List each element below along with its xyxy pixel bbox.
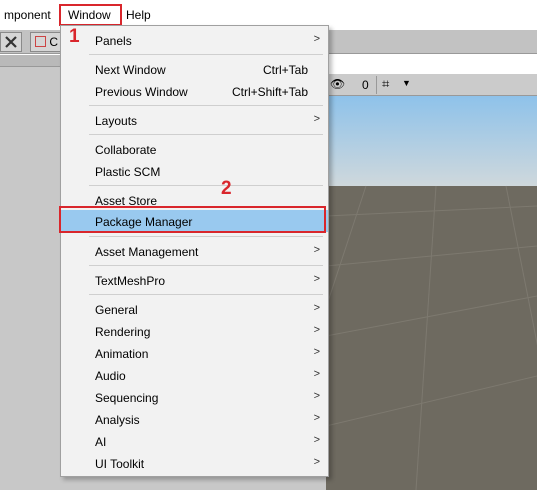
menu-item-panels[interactable]: Panels >	[61, 29, 328, 51]
shortcut-label: Ctrl+Shift+Tab	[231, 85, 308, 99]
window-menu: Panels > Next Window Ctrl+Tab Previous W…	[60, 25, 329, 477]
menu-item-audio[interactable]: Audio >	[61, 364, 328, 386]
visibility-count: 0	[362, 78, 369, 92]
editor-left-panel	[0, 55, 60, 490]
chevron-right-icon: >	[313, 302, 320, 314]
menu-item-label: Asset Management	[95, 245, 199, 259]
chevron-right-icon: >	[313, 434, 320, 446]
menu-item-label: Animation	[95, 347, 149, 361]
chevron-right-icon: >	[313, 324, 320, 336]
grid-icon[interactable]: ⌗	[382, 76, 389, 92]
divider	[376, 76, 377, 94]
menu-item-label: AI	[95, 435, 107, 449]
menu-item-ai[interactable]: AI >	[61, 430, 328, 452]
shortcut-label: Ctrl+Tab	[262, 63, 308, 77]
chevron-right-icon: >	[313, 346, 320, 358]
scene-view[interactable]	[326, 96, 537, 490]
menu-item-label: Panels	[95, 34, 132, 48]
scene-grid	[326, 96, 537, 490]
menu-item-label: Analysis	[95, 413, 140, 427]
menu-item-collaborate[interactable]: Collaborate	[61, 138, 328, 160]
menu-component[interactable]: mponent	[4, 8, 51, 22]
annotation-package-manager-box	[59, 206, 326, 233]
chevron-right-icon: >	[313, 412, 320, 424]
menu-separator	[89, 54, 323, 55]
tools-icon[interactable]	[0, 32, 22, 52]
menu-item-next-window[interactable]: Next Window Ctrl+Tab	[61, 58, 328, 80]
menu-item-layouts[interactable]: Layouts >	[61, 109, 328, 131]
menu-separator	[89, 265, 323, 266]
menu-item-label: Sequencing	[95, 391, 159, 405]
collab-button[interactable]: C	[30, 32, 64, 52]
menu-item-label: General	[95, 303, 138, 317]
menu-item-label: Previous Window	[95, 85, 188, 99]
chevron-right-icon: >	[313, 113, 320, 125]
menu-item-plastic-scm[interactable]: Plastic SCM	[61, 160, 328, 182]
menu-separator	[89, 105, 323, 106]
menu-separator	[89, 134, 323, 135]
menu-item-textmeshpro[interactable]: TextMeshPro >	[61, 269, 328, 291]
menu-item-analysis[interactable]: Analysis >	[61, 408, 328, 430]
menu-item-rendering[interactable]: Rendering >	[61, 320, 328, 342]
chevron-right-icon: >	[313, 244, 320, 256]
menu-item-asset-management[interactable]: Asset Management >	[61, 240, 328, 262]
annotation-step-1: 1	[69, 26, 80, 47]
menu-item-general[interactable]: General >	[61, 298, 328, 320]
menu-item-label: TextMeshPro	[95, 274, 166, 288]
grid-dropdown-icon[interactable]: ▼	[402, 78, 411, 88]
annotation-window-box	[59, 4, 122, 26]
chevron-right-icon: >	[313, 390, 320, 402]
chevron-right-icon: >	[313, 273, 320, 285]
menu-item-label: Layouts	[95, 114, 138, 128]
annotation-step-2: 2	[221, 178, 232, 199]
menu-item-sequencing[interactable]: Sequencing >	[61, 386, 328, 408]
menu-item-label: Rendering	[95, 325, 151, 339]
menu-item-label: Next Window	[95, 63, 166, 77]
chevron-right-icon: >	[313, 33, 320, 45]
menu-help[interactable]: Help	[126, 8, 151, 22]
collab-icon	[35, 36, 46, 47]
menu-separator	[89, 236, 323, 237]
menu-item-label: Audio	[95, 369, 126, 383]
menu-item-ui-toolkit[interactable]: UI Toolkit >	[61, 452, 328, 474]
scene-view-toolbar: 👁︎ 0 ⌗ ▼	[326, 74, 537, 96]
chevron-right-icon: >	[313, 368, 320, 380]
menu-item-label: Collaborate	[95, 143, 157, 157]
menu-separator	[89, 185, 323, 186]
menu-item-previous-window[interactable]: Previous Window Ctrl+Shift+Tab	[61, 80, 328, 102]
menu-item-animation[interactable]: Animation >	[61, 342, 328, 364]
visibility-icon[interactable]: 👁︎	[330, 77, 345, 91]
menu-item-label: UI Toolkit	[95, 457, 145, 471]
menu-item-label: Plastic SCM	[95, 165, 161, 179]
left-panel-tab	[0, 55, 60, 67]
chevron-right-icon: >	[313, 456, 320, 468]
collab-button-label: C	[49, 35, 59, 49]
menu-separator	[89, 294, 323, 295]
